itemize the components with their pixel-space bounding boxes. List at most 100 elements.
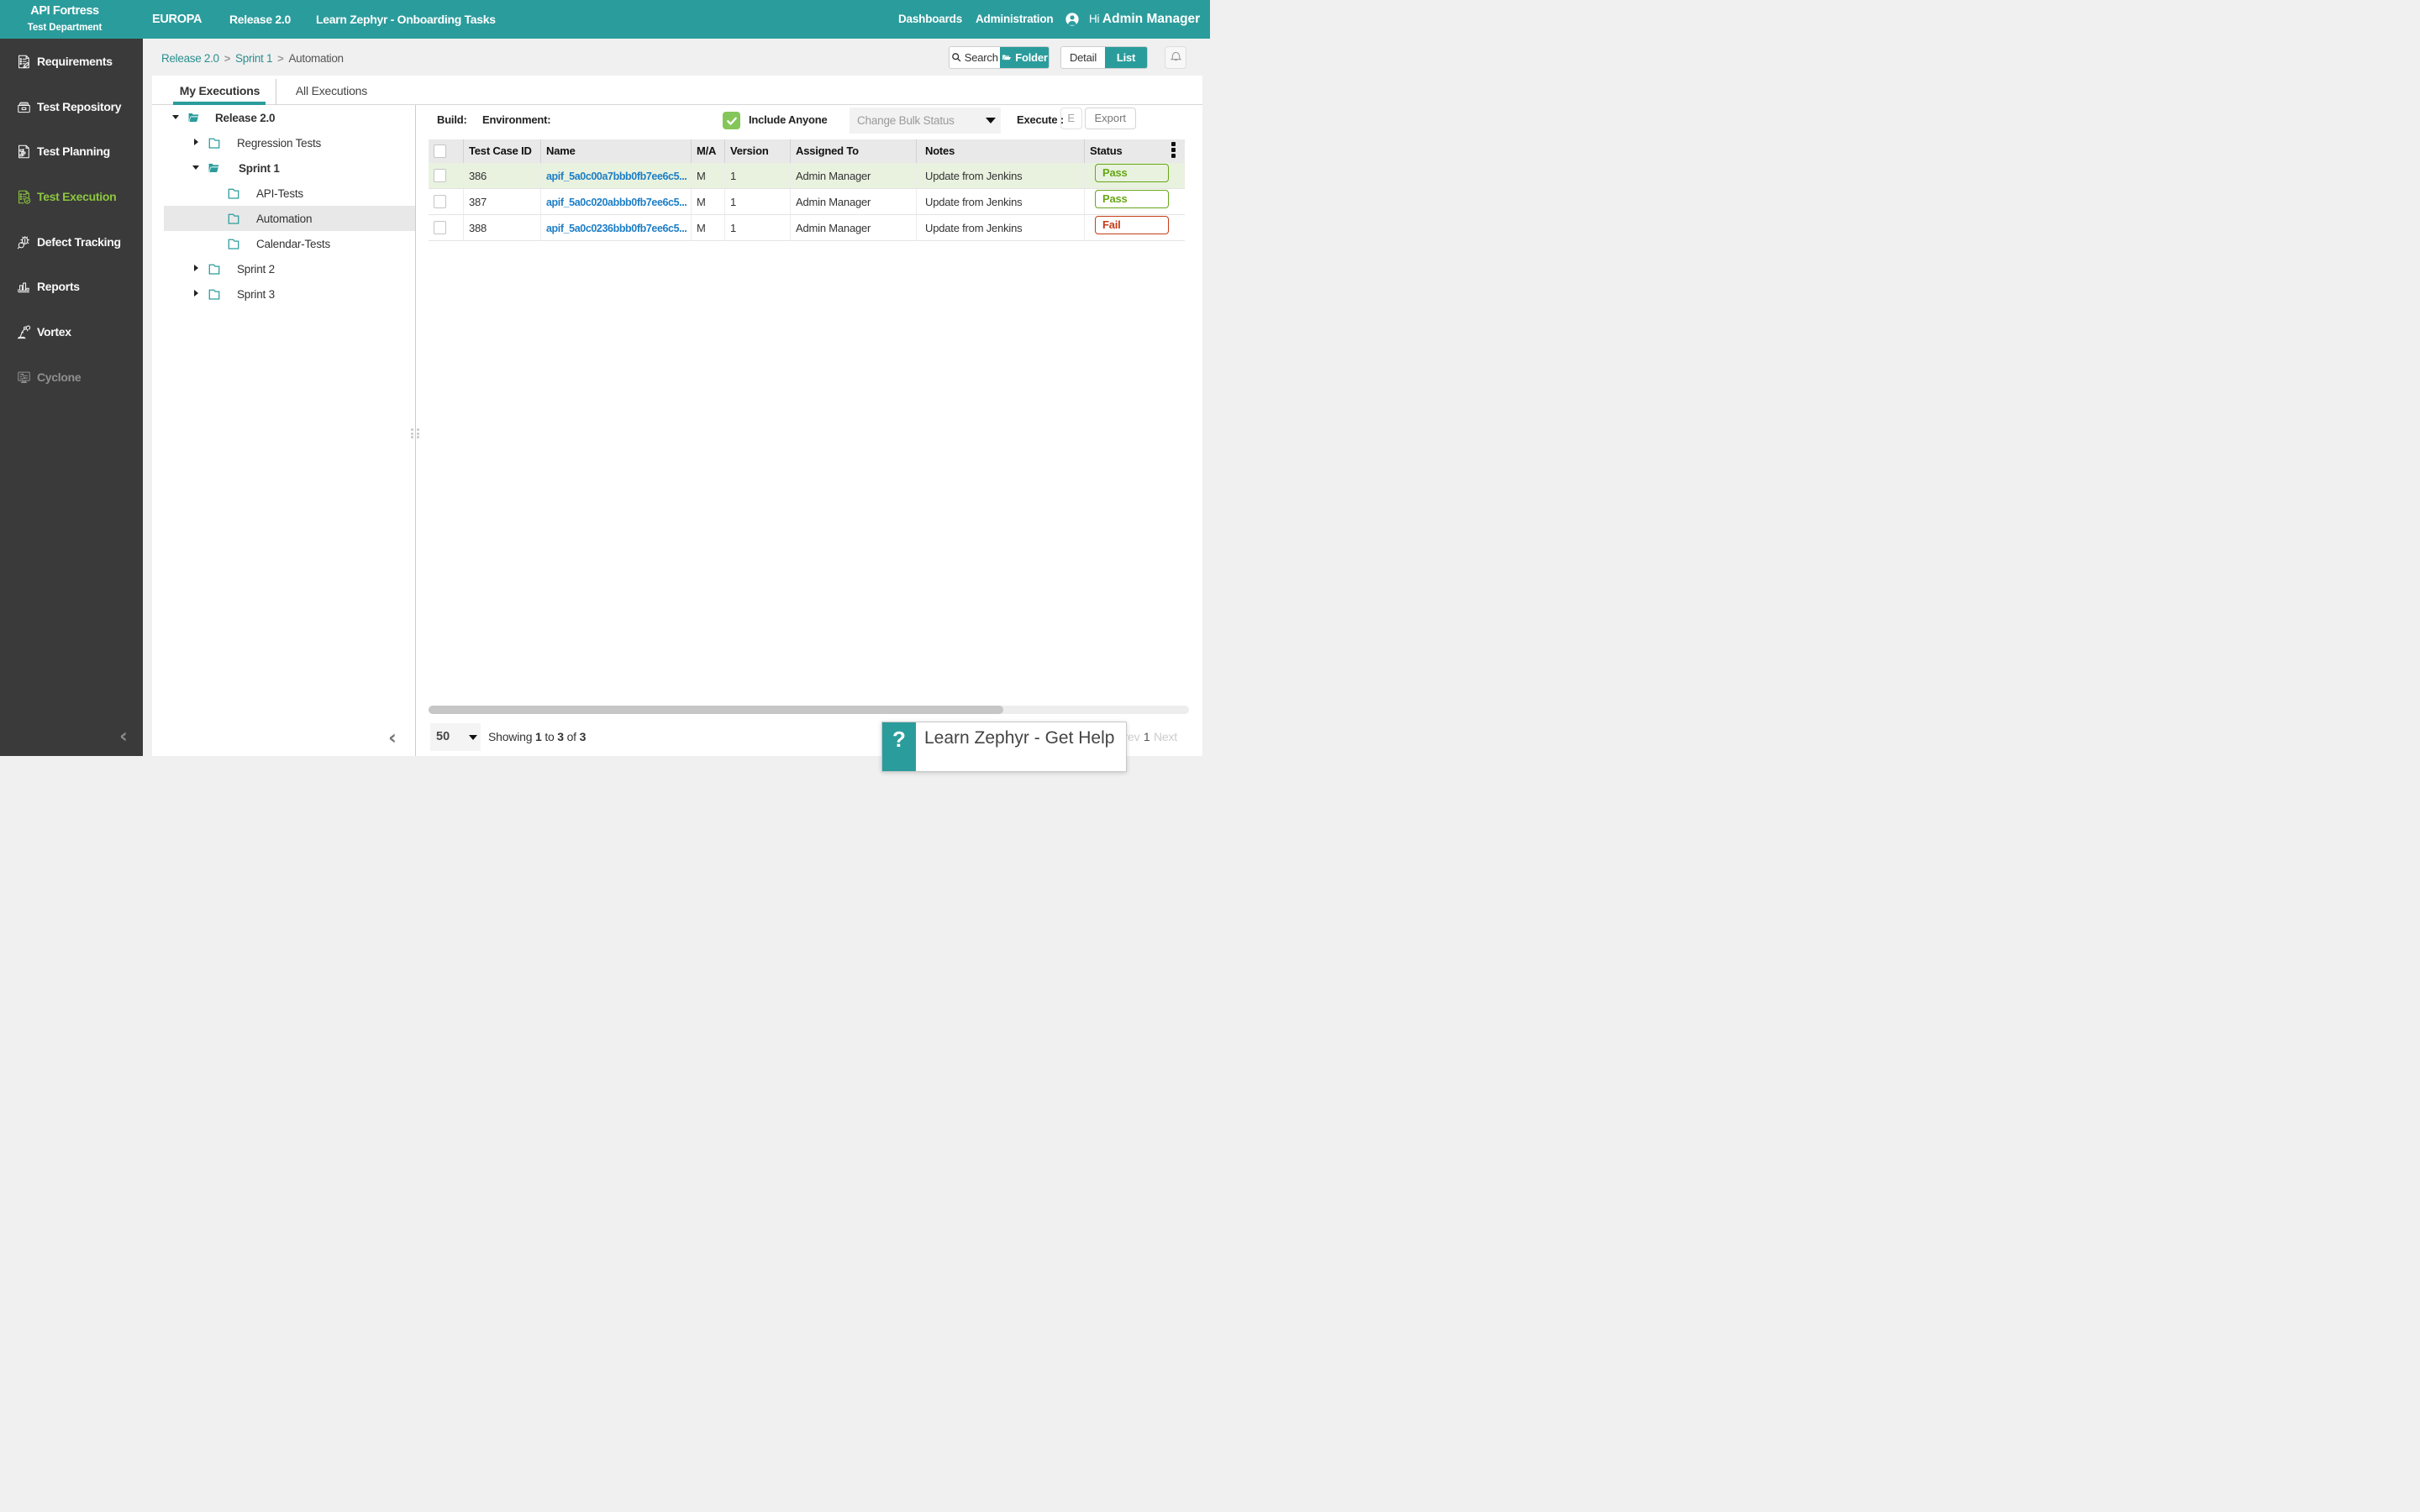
test-link[interactable]: apif_5a0c00a7bbb0fb7ee6c5... <box>546 171 687 182</box>
chevron-right-icon[interactable] <box>194 290 198 297</box>
horizontal-scrollbar-track[interactable] <box>429 706 1189 714</box>
status-badge[interactable]: Fail <box>1095 216 1169 234</box>
select-all-checkbox[interactable] <box>434 144 447 158</box>
cell-notes: Update from Jenkins <box>916 189 1084 214</box>
chevron-down-icon[interactable] <box>192 165 199 170</box>
app-logo[interactable]: API Fortress Test Department <box>0 0 129 39</box>
environment-label: Environment: <box>482 108 550 133</box>
menu-dashboards[interactable]: Dashboards <box>898 0 962 39</box>
tree-item-release-2-0[interactable]: Release 2.0 <box>164 105 415 130</box>
current-page[interactable]: 1 <box>1144 730 1150 743</box>
sidebar-item-label: Requirements <box>37 55 113 68</box>
col-assigned-to[interactable]: Assigned To <box>790 139 916 163</box>
row-checkbox[interactable] <box>434 195 447 208</box>
caret-down-icon <box>986 118 996 123</box>
cell-ma: M <box>691 163 724 188</box>
menu-onboarding-tasks[interactable]: Learn Zephyr - Onboarding Tasks <box>316 0 496 39</box>
sidebar-item-requirements[interactable]: Requirements <box>0 39 143 84</box>
col-test-case-id[interactable]: Test Case ID <box>463 139 540 163</box>
folder-button[interactable]: Folder <box>1000 47 1049 68</box>
showing-summary: Showing 1 to 3 of 3 <box>488 723 586 751</box>
breadcrumb-release[interactable]: Release 2.0 <box>161 52 219 65</box>
column-menu-icon[interactable] <box>1171 142 1176 160</box>
tree-item-regression-tests[interactable]: Regression Tests <box>164 130 415 155</box>
tree-item-label: Sprint 1 <box>239 155 280 181</box>
user-avatar-icon[interactable] <box>1065 12 1080 27</box>
user-greeting[interactable]: Hi Admin Manager <box>1089 0 1200 39</box>
tree-item-sprint-3[interactable]: Sprint 3 <box>164 281 415 307</box>
page-size-value: 50 <box>436 723 450 751</box>
help-label[interactable]: Learn Zephyr - Get Help <box>916 722 1114 771</box>
breadcrumb-sprint[interactable]: Sprint 1 <box>235 52 272 65</box>
test-link[interactable]: apif_5a0c020abbb0fb7ee6c5... <box>546 197 687 208</box>
help-icon[interactable]: ? <box>882 722 916 771</box>
row-checkbox[interactable] <box>434 221 447 234</box>
cell-notes: Update from Jenkins <box>916 163 1084 188</box>
next-page-button[interactable]: Next <box>1154 730 1177 743</box>
cell-test-case-id: 386 <box>463 163 540 188</box>
notifications-button[interactable] <box>1165 46 1186 69</box>
list-button[interactable]: List <box>1105 47 1147 68</box>
detail-button[interactable]: Detail <box>1061 47 1105 68</box>
col-version[interactable]: Version <box>724 139 790 163</box>
export-button[interactable]: Export <box>1085 108 1136 129</box>
tab-my-executions[interactable]: My Executions <box>164 76 276 104</box>
sidebar-item-defect-tracking[interactable]: Defect Tracking <box>0 219 143 265</box>
defect-tracking-icon <box>16 234 32 250</box>
folder-icon <box>227 238 240 249</box>
execute-input[interactable]: E <box>1060 108 1082 129</box>
col-name[interactable]: Name <box>540 139 691 163</box>
tree-item-label: Calendar-Tests <box>256 231 330 256</box>
cell-status: Pass <box>1084 189 1185 214</box>
table-row[interactable]: 386 apif_5a0c00a7bbb0fb7ee6c5... M 1 Adm… <box>429 163 1185 189</box>
sidebar-item-vortex[interactable]: Vortex <box>0 309 143 354</box>
tree-item-label: Sprint 2 <box>237 256 275 281</box>
sidebar-item-test-execution[interactable]: Test Execution <box>0 174 143 219</box>
chevron-right-icon[interactable] <box>194 139 198 145</box>
row-checkbox[interactable] <box>434 169 447 182</box>
chevron-right-icon[interactable] <box>194 265 198 271</box>
sidebar-nav: Requirements Test Repository Test Planni… <box>0 39 143 756</box>
sidebar-collapse-chevron[interactable]: ‹ <box>119 726 128 746</box>
sidebar-item-cyclone[interactable]: Cyclone <box>0 354 143 400</box>
tree-item-automation[interactable]: Automation <box>164 206 415 231</box>
col-ma[interactable]: M/A <box>691 139 724 163</box>
cell-ma: M <box>691 215 724 240</box>
tab-all-executions[interactable]: All Executions <box>276 76 387 104</box>
folder-icon <box>227 187 240 199</box>
test-execution-icon <box>16 189 32 205</box>
tree-collapse-chevron[interactable]: ‹ <box>388 727 397 748</box>
change-bulk-status-select[interactable]: Change Bulk Status <box>850 108 1001 134</box>
page-size-select[interactable]: 50 <box>430 723 481 751</box>
tree-item-sprint-2[interactable]: Sprint 2 <box>164 256 415 281</box>
splitter-grip[interactable] <box>411 428 421 440</box>
cell-version: 1 <box>724 163 790 188</box>
chevron-down-icon[interactable] <box>172 115 179 119</box>
tree-item-api-tests[interactable]: API-Tests <box>164 181 415 206</box>
table-row[interactable]: 388 apif_5a0c0236bbb0fb7ee6c5... M 1 Adm… <box>429 215 1185 241</box>
horizontal-scrollbar-thumb[interactable] <box>429 706 1003 714</box>
folder-open-icon <box>1001 53 1013 63</box>
include-anyone-checkbox[interactable] <box>723 112 740 129</box>
menu-release[interactable]: Release 2.0 <box>229 0 291 39</box>
check-icon <box>726 115 738 127</box>
cell-assigned-to: Admin Manager <box>790 163 916 188</box>
status-badge[interactable]: Pass <box>1095 190 1169 208</box>
tree-item-calendar-tests[interactable]: Calendar-Tests <box>164 231 415 256</box>
col-notes[interactable]: Notes <box>916 139 1084 163</box>
detail-list-toggle: Detail List <box>1060 46 1148 69</box>
status-badge[interactable]: Pass <box>1095 164 1169 182</box>
sidebar-item-label: Test Repository <box>37 100 121 113</box>
menu-project[interactable]: EUROPA <box>152 0 202 39</box>
sidebar-item-test-planning[interactable]: Test Planning <box>0 129 143 174</box>
test-link[interactable]: apif_5a0c0236bbb0fb7ee6c5... <box>546 223 687 234</box>
cyclone-icon <box>16 370 32 386</box>
folder-icon <box>208 263 221 275</box>
table-row[interactable]: 387 apif_5a0c020abbb0fb7ee6c5... M 1 Adm… <box>429 189 1185 215</box>
sidebar-item-test-repository[interactable]: Test Repository <box>0 84 143 129</box>
col-status[interactable]: Status <box>1084 139 1185 163</box>
menu-administration[interactable]: Administration <box>976 0 1053 39</box>
search-button[interactable]: Search <box>950 47 1000 68</box>
tree-item-sprint-1[interactable]: Sprint 1 <box>164 155 415 181</box>
sidebar-item-reports[interactable]: Reports <box>0 264 143 309</box>
